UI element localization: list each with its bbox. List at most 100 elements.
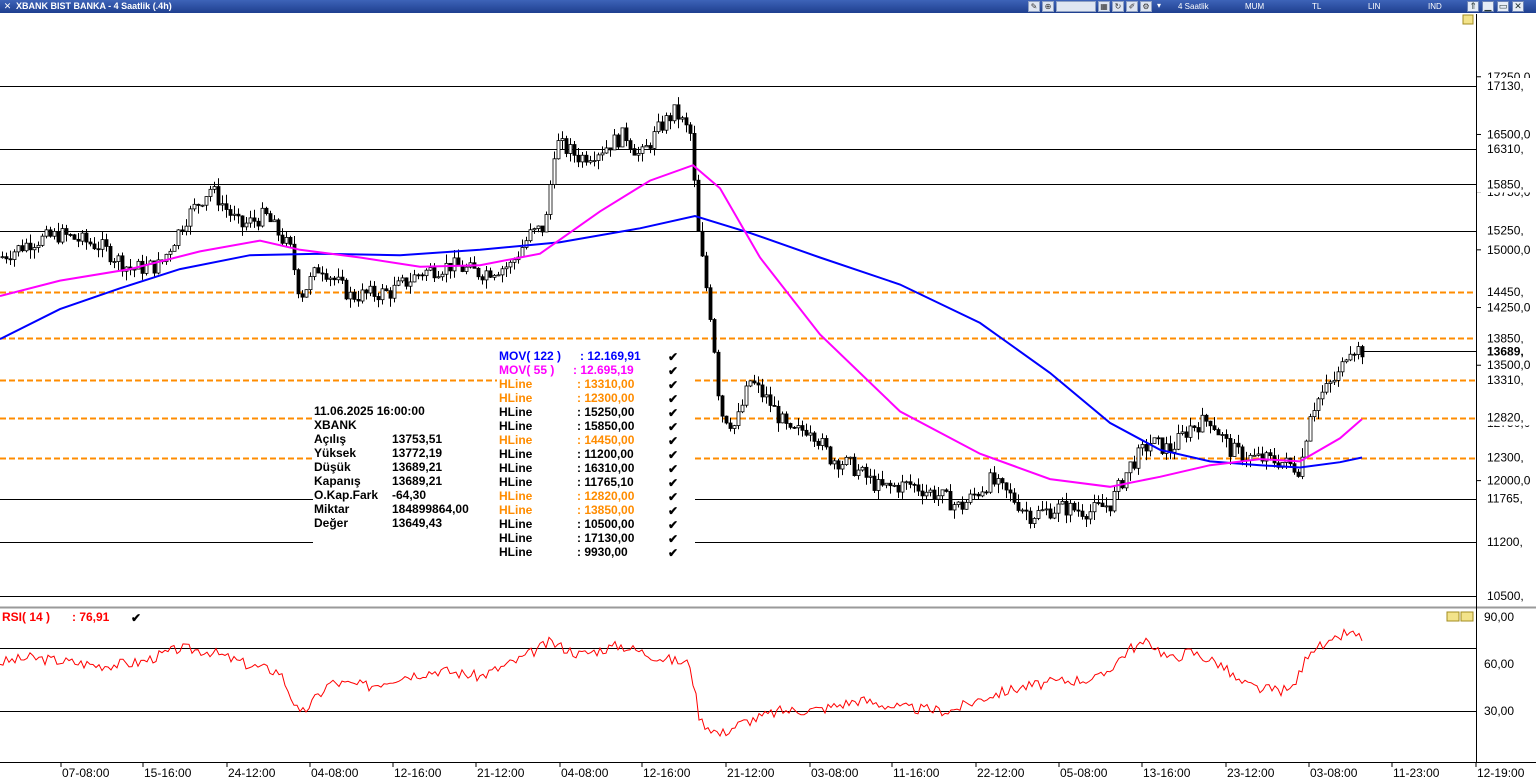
candle — [668, 115, 673, 122]
pen-icon[interactable]: ✐ — [1126, 1, 1138, 12]
currency-selector[interactable]: TL — [1312, 0, 1321, 13]
legend-item-name[interactable]: HLine — [499, 447, 533, 461]
time-tick-label: 22-12:00 — [977, 766, 1025, 779]
legend-item-name[interactable]: MOV( 122 ) — [499, 349, 561, 363]
candle — [1352, 353, 1357, 356]
pane-pin-icon[interactable] — [1462, 14, 1474, 25]
candle — [480, 276, 485, 281]
price-pane[interactable] — [0, 14, 1476, 607]
legend-item-value: : 12300,00 — [577, 391, 635, 405]
legend-item-name[interactable]: HLine — [499, 517, 533, 531]
candle — [1036, 510, 1041, 519]
legend-check-icon[interactable]: ✔ — [668, 532, 678, 546]
time-tick-label: 12-19:00 — [1477, 766, 1525, 779]
legend-check-icon[interactable]: ✔ — [668, 350, 678, 364]
minimize-icon[interactable]: ▁ — [1482, 1, 1494, 12]
chart-canvas[interactable]: RSI( 14 ): 76,91✔ 17250,016500,015750,01… — [0, 13, 1536, 779]
chevron-down-icon[interactable]: ▾ — [1154, 1, 1164, 12]
candle — [1060, 500, 1065, 505]
rsi-pin-icon[interactable] — [1446, 611, 1460, 622]
candle — [744, 385, 749, 406]
close-icon[interactable]: ✕ — [1512, 1, 1524, 12]
legend-item-name[interactable]: HLine — [499, 377, 533, 391]
grid-icon[interactable]: ▦ — [1098, 1, 1110, 12]
candle — [832, 460, 837, 465]
legend-check-icon[interactable]: ✔ — [668, 518, 678, 532]
chart-type-selector[interactable]: MUM — [1245, 0, 1264, 13]
legend-item-name[interactable]: HLine — [499, 433, 533, 447]
candle — [4, 256, 9, 260]
pin-icon[interactable]: ⇑ — [1467, 1, 1479, 12]
draw-tool-icon[interactable]: ✎ — [1028, 1, 1040, 12]
candle — [280, 234, 285, 244]
legend-item-name[interactable]: HLine — [499, 531, 533, 545]
zoom-icon[interactable]: ⊕ — [1042, 1, 1054, 12]
legend-check-icon[interactable]: ✔ — [668, 546, 678, 560]
candle — [208, 188, 213, 197]
legend-item-name[interactable]: HLine — [499, 503, 533, 517]
legend-check-icon[interactable]: ✔ — [668, 448, 678, 462]
candle — [600, 152, 605, 156]
rsi-check-icon[interactable]: ✔ — [131, 611, 141, 625]
chart-window: ✕ XBANK BIST BANKA - 4 Saatlik (.4h) ✎ ⊕… — [0, 0, 1536, 779]
legend-item-name[interactable]: HLine — [499, 391, 533, 405]
candle — [1204, 414, 1209, 422]
candle — [1336, 371, 1341, 381]
legend-check-icon[interactable]: ✔ — [668, 476, 678, 490]
info-row-value: 13649,43 — [392, 516, 442, 530]
candle — [92, 243, 97, 250]
legend-check-icon[interactable]: ✔ — [668, 364, 678, 378]
legend-check-icon[interactable]: ✔ — [668, 406, 678, 420]
legend-check-icon[interactable]: ✔ — [668, 462, 678, 476]
chart-close-icon[interactable]: ✕ — [2, 1, 13, 12]
candle — [616, 134, 621, 148]
legend-check-icon[interactable]: ✔ — [668, 378, 678, 392]
legend-item-name[interactable]: HLine — [499, 461, 533, 475]
rsi-pane[interactable] — [0, 609, 1476, 762]
legend-check-icon[interactable]: ✔ — [668, 392, 678, 406]
candle — [296, 269, 301, 295]
candle — [564, 138, 569, 154]
candle — [52, 230, 57, 237]
candle — [48, 229, 53, 237]
candle — [84, 232, 89, 243]
candle — [96, 248, 101, 251]
legend-item-name[interactable]: HLine — [499, 419, 533, 433]
legend-item-name[interactable]: HLine — [499, 489, 533, 503]
candle — [44, 229, 49, 237]
legend-item-name[interactable]: MOV( 55 ) — [499, 363, 554, 377]
candle — [940, 489, 945, 497]
candle — [784, 413, 789, 424]
candle — [892, 484, 897, 487]
maximize-icon[interactable]: ▭ — [1497, 1, 1509, 12]
candle — [1012, 492, 1017, 503]
scale-selector[interactable]: LIN — [1368, 0, 1380, 13]
info-datetime: 11.06.2025 16:00:00 — [314, 404, 425, 418]
refresh-icon[interactable]: ↻ — [1112, 1, 1124, 12]
candle — [968, 493, 973, 503]
legend-check-icon[interactable]: ✔ — [668, 504, 678, 518]
legend-check-icon[interactable]: ✔ — [668, 490, 678, 504]
candle — [628, 140, 633, 149]
indicator-selector[interactable]: IND — [1428, 0, 1442, 13]
legend-item-name[interactable]: HLine — [499, 475, 533, 489]
rsi-close-icon[interactable] — [1460, 611, 1474, 622]
candle — [428, 267, 433, 271]
candle — [396, 280, 401, 286]
info-row-label: O.Kap.Fark — [314, 488, 378, 502]
candle — [1212, 425, 1217, 430]
period-selector[interactable]: 4 Saatlik — [1178, 0, 1209, 13]
legend-item-value: : 10500,00 — [577, 517, 635, 531]
legend-check-icon[interactable]: ✔ — [668, 434, 678, 448]
legend-item-name[interactable]: HLine — [499, 545, 533, 559]
legend-check-icon[interactable]: ✔ — [668, 420, 678, 434]
candle — [704, 255, 709, 289]
candle — [356, 299, 361, 302]
legend-item-name[interactable]: HLine — [499, 405, 533, 419]
candle — [828, 446, 833, 465]
settings-icon[interactable]: ⚙ — [1140, 1, 1152, 12]
candle — [916, 484, 921, 492]
toolbar-field[interactable] — [1056, 1, 1096, 12]
candle — [196, 203, 201, 206]
info-row-label: Açılış — [314, 432, 346, 446]
